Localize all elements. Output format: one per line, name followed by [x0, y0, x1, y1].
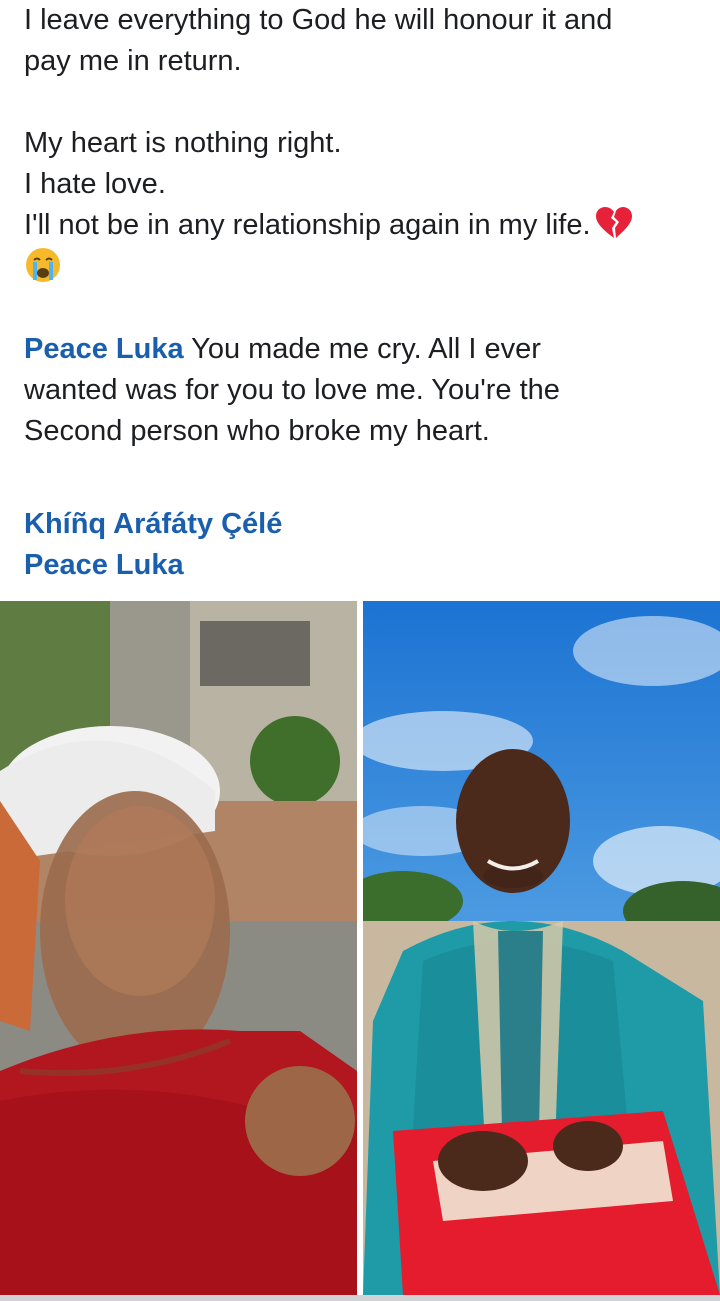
post-line: I leave everything to God he will honour…: [24, 4, 613, 36]
crying-face-icon: [26, 248, 60, 282]
comment-text: You made me cry. All I ever: [183, 333, 541, 365]
post-text: I leave everything to God he will honour…: [24, 0, 704, 452]
comment-line: wanted was for you to love me. You're th…: [24, 374, 560, 406]
paragraph-break: [24, 288, 704, 329]
post-line-with-emoji: I'll not be in any relationship again in…: [24, 205, 704, 246]
tagged-people: Khíñq Aráfáty Çélé Peace Luka: [24, 504, 282, 586]
comment-line: Peace Luka You made me cry. All I ever: [24, 329, 704, 370]
photo-woman-image: [0, 601, 357, 1295]
post-line-text: I'll not be in any relationship again in…: [24, 209, 591, 241]
photo-man-image: [363, 601, 720, 1295]
post-line: I hate love.: [24, 168, 166, 200]
mention-link[interactable]: Khíñq Aráfáty Çélé: [24, 504, 282, 545]
photo-man[interactable]: [363, 601, 720, 1295]
bottom-divider: [0, 1295, 720, 1301]
post-line-emoji: [24, 246, 704, 288]
post-line: My heart is nothing right.: [24, 127, 342, 159]
mention-link[interactable]: Peace Luka: [24, 333, 184, 365]
photo-grid: [0, 601, 720, 1295]
broken-heart-icon: [595, 207, 632, 238]
paragraph-break: [24, 82, 704, 123]
photo-woman[interactable]: [0, 601, 357, 1295]
mention-link[interactable]: Peace Luka: [24, 545, 282, 586]
comment-line: Second person who broke my heart.: [24, 415, 490, 447]
post-line: pay me in return.: [24, 45, 242, 77]
